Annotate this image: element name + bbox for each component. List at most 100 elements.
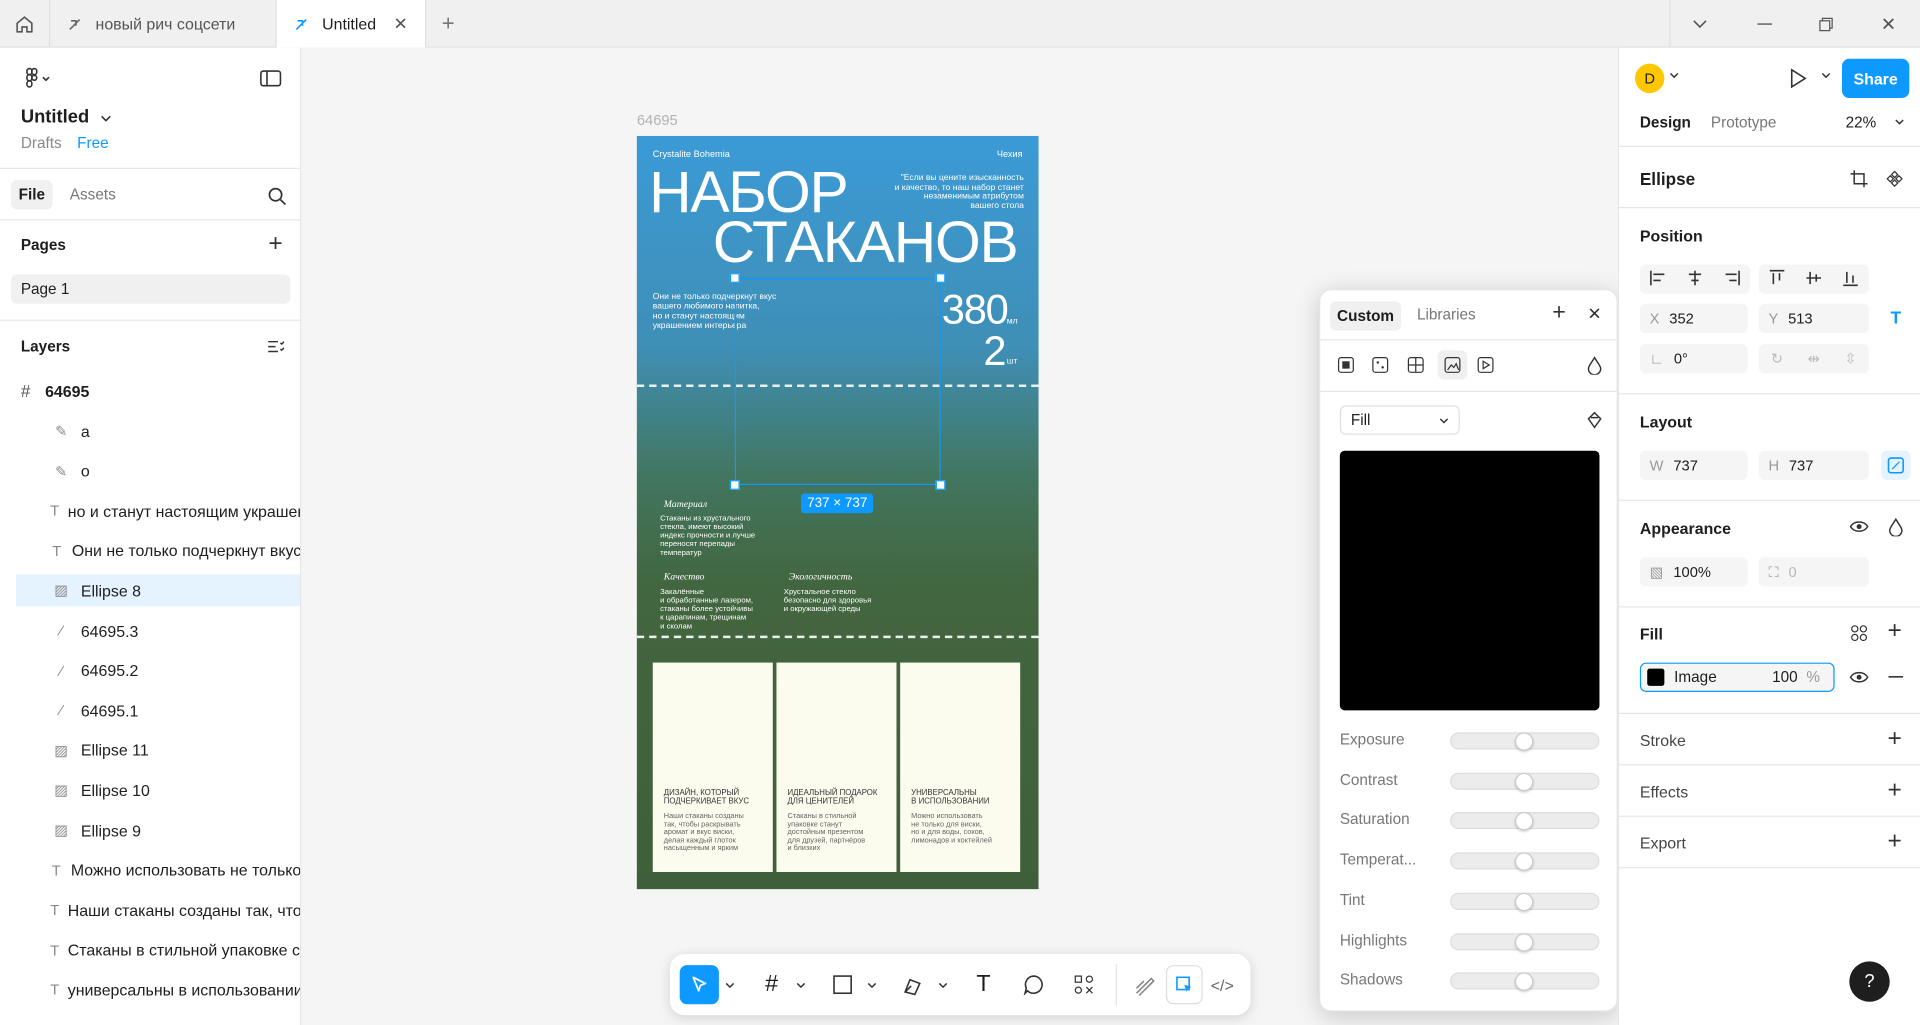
fill-row[interactable]: Image 100 % [1639,662,1835,692]
chevron-down-icon[interactable] [98,111,113,126]
frame-tool-icon[interactable]: # [756,965,788,1004]
close-tab-icon[interactable]: ✕ [393,13,407,34]
home-icon[interactable] [12,12,36,36]
tab-file[interactable]: File [11,180,53,210]
crop-icon[interactable] [1848,168,1870,190]
align-bottom-icon[interactable] [1843,269,1858,290]
adjustment-slider[interactable] [1450,932,1600,951]
adjustment-slider[interactable] [1450,852,1600,871]
resize-handle[interactable] [729,480,740,490]
eye-icon[interactable] [1848,516,1870,538]
close-icon[interactable]: ✕ [1584,303,1606,325]
slider-knob[interactable] [1514,732,1534,751]
add-stroke-icon[interactable]: + [1884,724,1906,751]
chevron-down-icon[interactable] [1893,119,1905,125]
align-top-icon[interactable] [1769,269,1785,290]
tab-rich-socials[interactable]: новый рич соцсети [50,0,277,48]
zoom-level[interactable]: 22% [1846,114,1877,131]
constraints-icon[interactable]: T [1885,306,1907,328]
flip-vertical-icon[interactable]: ⇳ [1844,350,1856,367]
dev-mode-icon[interactable]: </> [1206,965,1238,1004]
comment-tool-icon[interactable] [1018,965,1050,1004]
resize-handle[interactable] [935,273,946,283]
add-icon[interactable]: + [1548,300,1570,326]
solid-fill-icon[interactable] [1335,354,1357,376]
resize-handle[interactable] [729,273,740,283]
image-fill-icon[interactable] [1437,350,1468,380]
pen-tool-icon[interactable] [896,965,928,1004]
tab-prototype[interactable]: Prototype [1711,114,1777,131]
text-tool-icon[interactable]: T [968,965,1000,1004]
layer-item[interactable]: ⁄ 64695.1 [16,695,300,727]
layers-filter-icon[interactable] [265,336,287,358]
opacity-field[interactable]: ▧ 100% [1639,557,1748,587]
rotation-field[interactable]: ∟ 0° [1639,344,1748,374]
design-mode-icon[interactable] [1165,965,1203,1005]
layer-item[interactable]: T Стаканы в стильной упаковке ст [16,934,300,966]
add-page-icon[interactable]: + [265,230,287,257]
constrain-proportions-icon[interactable] [1881,450,1911,481]
tab-libraries[interactable]: Libraries [1417,306,1476,323]
plan-badge[interactable]: Free [77,135,108,152]
component-icon[interactable] [1884,168,1906,190]
actions-tool-icon[interactable] [1068,965,1100,1004]
new-tab-icon[interactable]: + [436,10,460,35]
rectangle-tool-icon[interactable] [827,965,859,1004]
frame-label[interactable]: 64695 [637,111,678,128]
share-button[interactable]: Share [1841,58,1910,98]
drafts-link[interactable]: Drafts [21,135,62,152]
align-right-icon[interactable] [1723,269,1740,289]
file-name[interactable]: Untitled [21,107,89,128]
align-middle-icon[interactable] [1806,269,1822,290]
adjustment-slider[interactable] [1450,812,1600,831]
add-fill-icon[interactable]: + [1884,617,1906,644]
slider-knob[interactable] [1514,972,1534,992]
layer-item[interactable]: Tуниверсальны в использовании [16,974,300,1006]
resize-handle[interactable] [935,480,946,490]
chevron-down-icon[interactable] [1688,12,1712,36]
help-button[interactable]: ? [1849,961,1890,1002]
chevron-down-icon[interactable] [795,965,807,1004]
layer-item[interactable]: ▨ Ellipse 11 [16,735,300,767]
chevron-down-icon[interactable] [937,965,949,1004]
corner-radius-field[interactable]: ⛶ 0 [1758,557,1869,587]
layer-item[interactable]: ▨ Ellipse 8 [15,574,301,607]
layer-item[interactable]: T Можно использовать не только [16,854,300,886]
adjustment-slider[interactable] [1450,892,1600,911]
add-effect-icon[interactable]: + [1884,776,1906,803]
width-field[interactable]: W 737 [1639,450,1748,481]
minimize-icon[interactable] [1753,12,1777,36]
tab-assets[interactable]: Assets [70,186,116,203]
tab-design[interactable]: Design [1640,114,1691,131]
layer-item[interactable]: ⁄ 64695.2 [16,655,300,687]
layer-item[interactable]: ▨ Ellipse 10 [16,774,300,806]
search-icon[interactable] [265,184,289,208]
add-export-icon[interactable]: + [1884,827,1906,854]
draw-mode-icon[interactable] [1129,965,1161,1004]
fill-mode-select[interactable]: Fill [1339,405,1460,435]
chevron-down-icon[interactable] [1820,72,1832,79]
align-center-icon[interactable] [1686,269,1703,289]
height-field[interactable]: H 737 [1758,450,1869,481]
tab-custom[interactable]: Custom [1330,301,1402,331]
rotate-image-icon[interactable] [1584,409,1606,431]
align-left-icon[interactable] [1650,269,1667,289]
layer-item[interactable]: ⁄ 64695.3 [16,615,300,647]
close-window-icon[interactable]: ✕ [1876,12,1900,36]
restore-icon[interactable] [1814,12,1838,36]
slider-knob[interactable] [1514,932,1534,951]
blend-mode-icon[interactable] [1885,516,1907,538]
layer-item[interactable]: ✎ o [16,455,300,487]
gradient-fill-icon[interactable] [1369,354,1391,376]
layer-item[interactable]: ▨ Ellipse 9 [16,814,300,846]
x-field[interactable]: X 352 [1639,303,1748,334]
sidebar-toggle-icon[interactable] [257,66,284,90]
blend-mode-icon[interactable] [1584,354,1606,376]
layer-item[interactable]: ✎ a [16,415,300,447]
fill-swatch[interactable] [1647,668,1665,686]
layer-item[interactable]: Tно и станут настоящим украшен [16,495,300,527]
slider-knob[interactable] [1514,852,1534,871]
remove-fill-icon[interactable] [1885,666,1907,688]
rotate-icon[interactable]: ↻ [1771,350,1783,367]
fill-opacity[interactable]: 100 [1772,669,1806,686]
